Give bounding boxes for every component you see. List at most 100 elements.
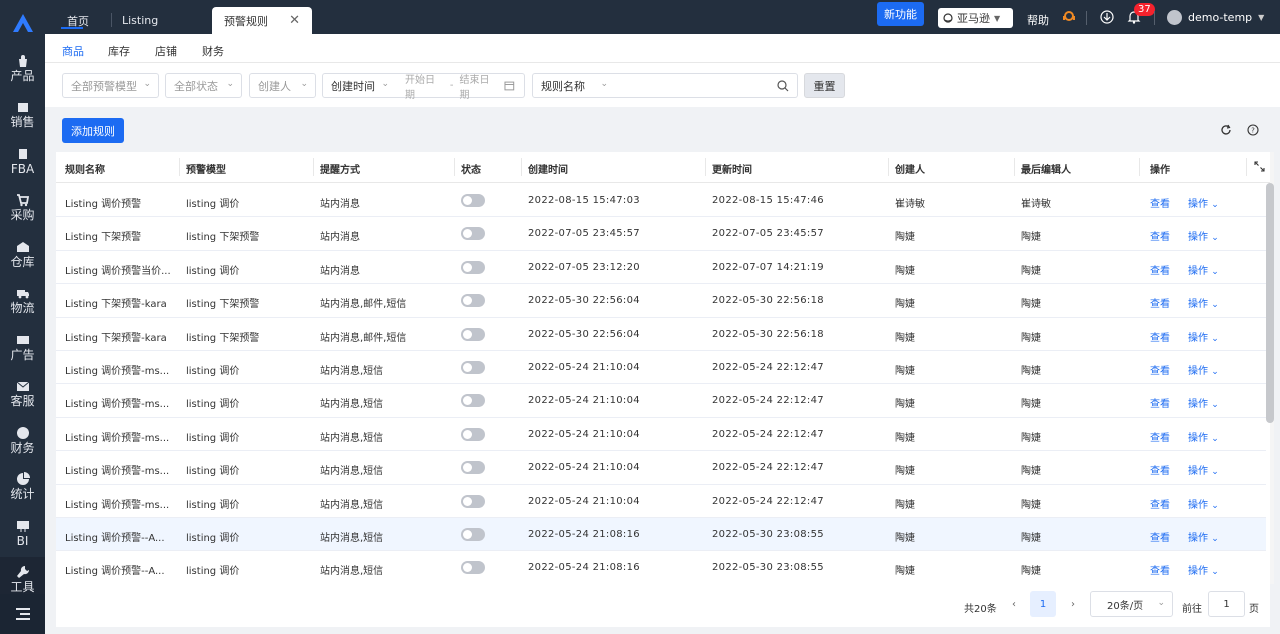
operations-dropdown[interactable]: 操作 ⌄: [1188, 329, 1219, 344]
status-toggle[interactable]: [461, 260, 485, 274]
chevron-down-icon: ⌄: [1211, 433, 1219, 444]
status-toggle[interactable]: [461, 327, 485, 341]
sidebar-item-6[interactable]: 广告: [0, 324, 45, 371]
sidebar-item-4[interactable]: 仓库: [0, 231, 45, 278]
table-row[interactable]: Listing 调价预警当价... listing 调价 站内消息 2022-07-0…: [56, 251, 1266, 285]
sidebar-item-7[interactable]: 客服: [0, 371, 45, 418]
refresh-icon[interactable]: [1220, 124, 1232, 136]
chevron-down-icon: ⌄: [1157, 598, 1165, 608]
alert-model-select[interactable]: 全部预警模型 ⌄: [62, 73, 159, 98]
search-field-select[interactable]: 规则名称 ⌄: [532, 73, 616, 98]
creator-select[interactable]: 创建人 ⌄: [249, 73, 316, 98]
operations-dropdown[interactable]: 操作 ⌄: [1188, 562, 1219, 577]
sidebar-item-10[interactable]: BI: [0, 510, 45, 557]
view-link[interactable]: 查看: [1150, 262, 1170, 277]
operations-label: 操作: [1188, 399, 1208, 411]
table-row[interactable]: Listing 调价预警-ms... listing 调价 站内消息,短信 2022-…: [56, 485, 1266, 518]
table-row[interactable]: Listing 下架预警 listing 下架预警 站内消息 2022-07-05 2…: [56, 217, 1266, 251]
operations-dropdown[interactable]: 操作 ⌄: [1188, 195, 1219, 210]
operations-dropdown[interactable]: 操作 ⌄: [1188, 529, 1219, 544]
platform-select[interactable]: 亚马逊 ▼: [938, 8, 1013, 28]
help-icon[interactable]: ?: [1247, 124, 1259, 136]
view-link[interactable]: 查看: [1150, 195, 1170, 210]
menu-collapse-button[interactable]: [0, 594, 45, 634]
support-icon[interactable]: [1061, 9, 1077, 25]
subtab-finance[interactable]: 财务: [202, 43, 224, 59]
expand-icon[interactable]: [1254, 161, 1265, 175]
subtab-product[interactable]: 商品: [62, 43, 84, 59]
page-1-button[interactable]: 1: [1030, 591, 1056, 617]
status-toggle[interactable]: [461, 528, 485, 541]
goto-page-input[interactable]: 1: [1208, 591, 1245, 617]
reset-button[interactable]: 重置: [804, 73, 845, 98]
tab-alert-rules[interactable]: 预警规则 ✕: [212, 7, 312, 34]
time-type-select[interactable]: 创建时间 ⌄: [322, 73, 397, 98]
sidebar: 产品 销售 FBA 采购 仓库 物流 广告 客服 财务 统计 BI 工具: [0, 0, 45, 634]
table-row[interactable]: Listing 调价预警-ms... listing 调价 站内消息,短信 2022-…: [56, 384, 1266, 418]
operations-dropdown[interactable]: 操作 ⌄: [1188, 262, 1219, 277]
view-link[interactable]: 查看: [1150, 295, 1170, 310]
scrollbar-thumb[interactable]: [1266, 183, 1274, 423]
sidebar-item-1[interactable]: 销售: [0, 92, 45, 139]
sidebar-item-3[interactable]: 采购: [0, 185, 45, 232]
page-size-select[interactable]: 20条/页 ⌄: [1090, 591, 1173, 617]
view-link[interactable]: 查看: [1150, 329, 1170, 344]
status-toggle[interactable]: [461, 394, 485, 408]
sidebar-item-5[interactable]: 物流: [0, 278, 45, 325]
status-select[interactable]: 全部状态 ⌄: [165, 73, 242, 98]
sidebar-item-9[interactable]: 统计: [0, 464, 45, 511]
add-rule-button[interactable]: 添加规则: [62, 118, 124, 143]
operations-dropdown[interactable]: 操作 ⌄: [1188, 362, 1219, 377]
tab-home[interactable]: 首页: [55, 7, 101, 34]
view-link[interactable]: 查看: [1150, 362, 1170, 377]
prev-page-button[interactable]: ‹: [1001, 591, 1027, 617]
chevron-down-icon: ▼: [1258, 13, 1265, 22]
new-feature-button[interactable]: 新功能: [877, 2, 924, 26]
chevron-down-icon: ⌄: [1211, 534, 1219, 544]
cell-last-editor: 陶婕: [1021, 399, 1041, 411]
operations-dropdown[interactable]: 操作 ⌄: [1188, 496, 1219, 511]
table-row[interactable]: Listing 调价预警--A... listing 调价 站内消息,短信 2022-…: [56, 551, 1266, 584]
search-input[interactable]: [615, 73, 798, 98]
operations-dropdown[interactable]: 操作 ⌄: [1188, 462, 1219, 477]
status-toggle[interactable]: [461, 494, 485, 508]
table-row[interactable]: Listing 调价预警 listing 调价 站内消息 2022-08-15 15:…: [56, 184, 1266, 218]
view-link[interactable]: 查看: [1150, 496, 1170, 511]
help-link[interactable]: 帮助: [1027, 12, 1049, 28]
view-link[interactable]: 查看: [1150, 462, 1170, 477]
status-toggle[interactable]: [461, 227, 485, 241]
sidebar-item-8[interactable]: 财务: [0, 417, 45, 464]
table-row[interactable]: Listing 调价预警-ms... listing 调价 站内消息,短信 2022-…: [56, 351, 1266, 385]
view-link[interactable]: 查看: [1150, 429, 1170, 444]
sidebar-item-2[interactable]: FBA: [0, 138, 45, 185]
operations-dropdown[interactable]: 操作 ⌄: [1188, 395, 1219, 410]
operations-dropdown[interactable]: 操作 ⌄: [1188, 295, 1219, 310]
operations-dropdown[interactable]: 操作 ⌄: [1188, 429, 1219, 444]
view-link[interactable]: 查看: [1150, 395, 1170, 410]
status-toggle[interactable]: [461, 294, 485, 308]
table-row[interactable]: Listing 调价预警-ms... listing 调价 站内消息,短信 2022-…: [56, 418, 1266, 452]
operations-dropdown[interactable]: 操作 ⌄: [1188, 228, 1219, 243]
status-toggle[interactable]: [461, 561, 485, 575]
subtab-store[interactable]: 店铺: [155, 43, 177, 59]
user-menu[interactable]: demo-temp ▼: [1167, 10, 1264, 25]
subtab-inventory[interactable]: 库存: [108, 43, 130, 59]
status-toggle[interactable]: [461, 194, 485, 207]
status-toggle[interactable]: [461, 361, 485, 374]
status-toggle[interactable]: [461, 427, 485, 441]
sidebar-item-0[interactable]: 产品: [0, 45, 45, 92]
table-row[interactable]: Listing 下架预警-kara listing 下架预警 站内消息,邮件,短信 2…: [56, 318, 1266, 351]
close-icon[interactable]: ✕: [289, 13, 300, 28]
download-icon[interactable]: [1099, 9, 1115, 25]
view-link[interactable]: 查看: [1150, 228, 1170, 243]
view-link[interactable]: 查看: [1150, 562, 1170, 577]
tab-listing[interactable]: Listing: [110, 7, 170, 34]
table-row[interactable]: Listing 下架预警-kara listing 下架预警 站内消息,邮件,短信 2…: [56, 284, 1266, 318]
next-page-button[interactable]: ›: [1060, 591, 1086, 617]
date-range-picker[interactable]: 开始日期 - 结束日期: [396, 73, 525, 101]
status-toggle[interactable]: [461, 461, 485, 475]
app-logo[interactable]: [0, 0, 45, 45]
view-link[interactable]: 查看: [1150, 529, 1170, 544]
table-row[interactable]: Listing 调价预警-ms... listing 调价 站内消息,短信 2022-…: [56, 451, 1266, 485]
table-row[interactable]: Listing 调价预警--A... listing 调价 站内消息,短信 2022-…: [56, 518, 1266, 552]
